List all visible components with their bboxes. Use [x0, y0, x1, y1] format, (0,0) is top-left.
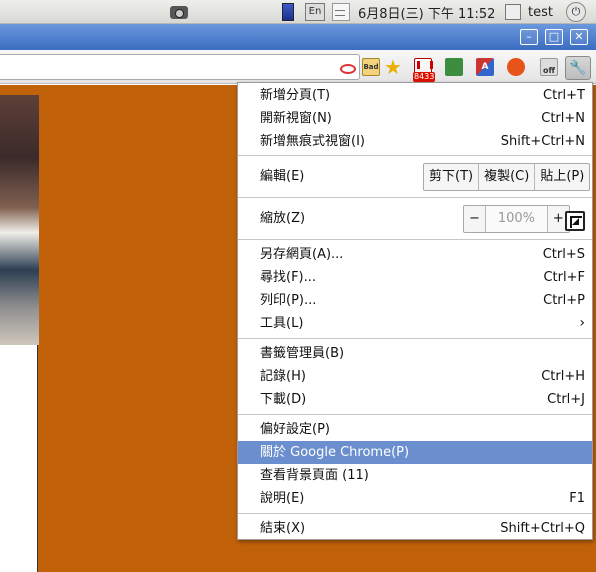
menu-item-downloads[interactable]: 下載(D) Ctrl+J: [238, 388, 592, 411]
menu-item-save-page[interactable]: 另存網頁(A)... Ctrl+S: [238, 243, 592, 266]
screenshot-camera-icon[interactable]: [170, 2, 192, 22]
menu-label: 查看背景頁面 (11): [260, 468, 369, 483]
menu-label: 結束(X): [260, 521, 306, 536]
monitor-icon[interactable]: [282, 2, 296, 22]
translate-icon[interactable]: A: [474, 56, 496, 78]
menu-item-about[interactable]: 關於 Google Chrome(P): [238, 441, 592, 464]
panel-username[interactable]: test: [528, 2, 553, 22]
menu-shortcut: Ctrl+F: [543, 270, 585, 285]
menu-item-new-incognito[interactable]: 新增無痕式視窗(I) Shift+Ctrl+N: [238, 130, 592, 153]
menu-separator: [238, 414, 592, 415]
wrench-menu-button[interactable]: 🔧: [565, 56, 591, 80]
menu-shortcut: F1: [569, 491, 585, 506]
menu-label: 書籤管理員(B): [260, 346, 345, 361]
zoom-control-group: − 100% +: [463, 205, 570, 233]
chrome-menu: 新增分頁(T) Ctrl+T 開新視窗(N) Ctrl+N 新增無痕式視窗(I)…: [237, 82, 593, 540]
menu-label: 列印(P)...: [260, 293, 317, 308]
menu-shortcut: Ctrl+S: [542, 247, 585, 262]
white-panel: [0, 345, 38, 572]
cut-button[interactable]: 剪下(T): [424, 164, 478, 190]
menu-separator: [238, 338, 592, 339]
menu-item-tools[interactable]: 工具(L) ›: [238, 312, 592, 335]
menu-shortcut: Ctrl+H: [541, 369, 585, 384]
photo-image: [0, 95, 39, 345]
menu-label: 偏好設定(P): [260, 422, 330, 437]
chevron-right-icon: ›: [579, 315, 585, 331]
menu-label: 另存網頁(A)...: [260, 247, 344, 262]
eye-icon[interactable]: [340, 64, 356, 74]
menu-shortcut: Ctrl+T: [543, 88, 585, 103]
power-icon[interactable]: ⏻: [566, 2, 588, 22]
menu-label: 尋找(F)...: [260, 270, 317, 285]
menu-label: 開新視窗(N): [260, 111, 332, 126]
menu-separator: [238, 239, 592, 240]
edit-button-group: 剪下(T) 複製(C) 貼上(P): [423, 163, 591, 191]
menu-separator: [238, 197, 592, 198]
menu-item-bookmarks[interactable]: 書籤管理員(B): [238, 342, 592, 365]
panel-clock[interactable]: 6月8日(三) 下午 11:52: [358, 2, 495, 22]
address-bar[interactable]: [0, 54, 360, 80]
menu-item-new-window[interactable]: 開新視窗(N) Ctrl+N: [238, 107, 592, 130]
menu-item-preferences[interactable]: 偏好設定(P): [238, 418, 592, 441]
off-extension-icon[interactable]: off: [538, 56, 560, 78]
menu-label: 工具(L): [260, 316, 304, 331]
input-method-icon[interactable]: En: [305, 2, 327, 22]
menu-item-history[interactable]: 記錄(H) Ctrl+H: [238, 365, 592, 388]
menu-item-new-tab[interactable]: 新增分頁(T) Ctrl+T: [238, 84, 592, 107]
menu-label: 說明(E): [260, 491, 305, 506]
menu-shortcut: Ctrl+J: [547, 392, 585, 407]
menu-label: 新增分頁(T): [260, 88, 331, 103]
menu-separator: [238, 513, 592, 514]
bookmark-star-icon[interactable]: ★: [382, 55, 404, 79]
user-avatar-icon[interactable]: [505, 2, 523, 22]
menu-label: 編輯(E): [260, 169, 305, 184]
bad-extension-icon[interactable]: Bad: [360, 56, 382, 78]
close-button[interactable]: ✕: [570, 29, 588, 45]
menu-shortcut: Ctrl+P: [543, 293, 585, 308]
menu-label: 記錄(H): [260, 369, 306, 384]
menu-item-background-pages[interactable]: 查看背景頁面 (11): [238, 464, 592, 487]
menu-label: 新增無痕式視窗(I): [260, 134, 365, 149]
face-extension-icon[interactable]: [505, 56, 527, 78]
menu-item-exit[interactable]: 結束(X) Shift+Ctrl+Q: [238, 517, 592, 540]
menu-shortcut: Shift+Ctrl+N: [500, 134, 585, 149]
notes-icon[interactable]: [332, 2, 354, 22]
menu-item-help[interactable]: 說明(E) F1: [238, 487, 592, 510]
menu-label: 關於 Google Chrome(P): [260, 445, 410, 460]
menu-separator: [238, 155, 592, 156]
download-extension-icon[interactable]: [443, 56, 465, 78]
maximize-button[interactable]: □: [545, 29, 563, 45]
copy-button[interactable]: 複製(C): [478, 164, 534, 190]
menu-label: 縮放(Z): [260, 211, 306, 226]
zoom-out-button[interactable]: −: [464, 206, 485, 232]
window-titlebar: – □ ✕: [0, 24, 596, 50]
menu-item-find[interactable]: 尋找(F)... Ctrl+F: [238, 266, 592, 289]
fullscreen-icon[interactable]: [565, 211, 585, 231]
paste-button[interactable]: 貼上(P): [534, 164, 589, 190]
zoom-level: 100%: [484, 206, 547, 232]
menu-label: 下載(D): [260, 392, 307, 407]
gmail-unread-badge: 8433: [413, 72, 436, 82]
menu-item-print[interactable]: 列印(P)... Ctrl+P: [238, 289, 592, 312]
menu-shortcut: Ctrl+N: [541, 111, 585, 126]
minimize-button[interactable]: –: [520, 29, 538, 45]
input-method-label: En: [305, 3, 325, 21]
menu-shortcut: Shift+Ctrl+Q: [500, 521, 585, 536]
top-panel: En 6月8日(三) 下午 11:52 test ⏻: [0, 0, 596, 24]
